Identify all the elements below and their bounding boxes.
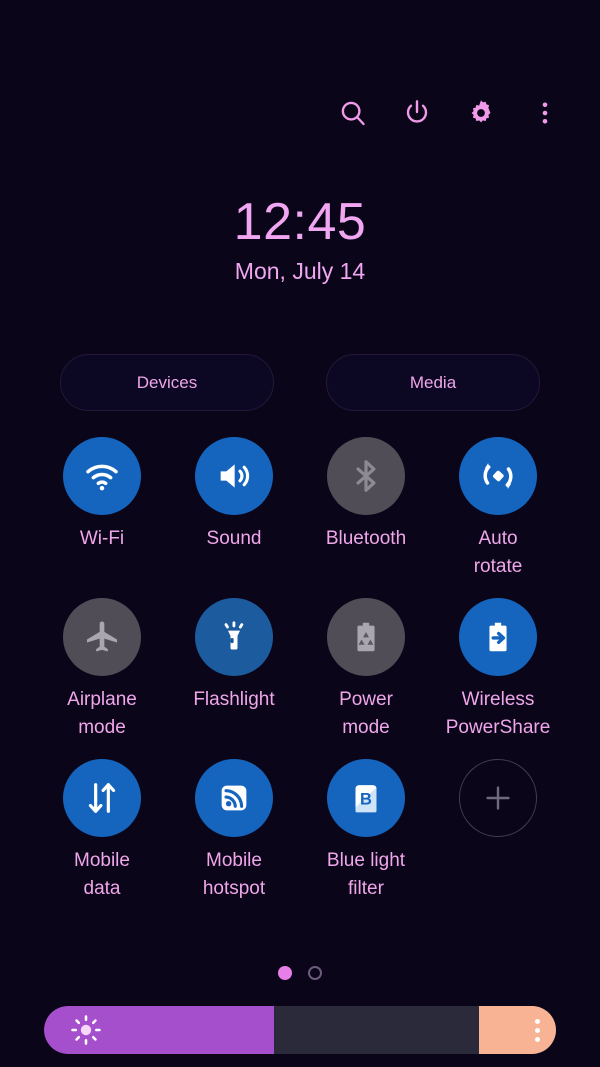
more-options-button[interactable] bbox=[524, 92, 566, 134]
tile-blue-light-filter[interactable]: B Blue light filter bbox=[300, 758, 432, 903]
brightness-slider[interactable] bbox=[44, 1006, 556, 1054]
power-icon bbox=[402, 98, 432, 128]
settings-icon bbox=[466, 98, 496, 128]
shortcut-row: Devices Media bbox=[60, 354, 540, 411]
brightness-sun-icon bbox=[70, 1014, 102, 1046]
tile-label: Wi-Fi bbox=[79, 528, 125, 549]
quick-settings-header bbox=[332, 92, 566, 134]
page-indicator bbox=[0, 966, 600, 980]
blue-light-filter-icon: B bbox=[348, 780, 384, 816]
tile-label: Airplane mode bbox=[67, 688, 137, 738]
tile-icon-background bbox=[195, 758, 273, 837]
svg-text:B: B bbox=[360, 790, 372, 808]
tile-label: Mobile data bbox=[74, 849, 130, 899]
power-button[interactable] bbox=[396, 92, 438, 134]
tile-mobile-data[interactable]: Mobile data bbox=[36, 758, 168, 903]
power-share-icon bbox=[479, 618, 517, 656]
add-icon bbox=[481, 781, 515, 815]
power-mode-icon bbox=[347, 618, 385, 656]
tile-icon-background bbox=[459, 437, 537, 515]
flashlight-icon bbox=[214, 617, 254, 657]
tile-flashlight[interactable]: Flashlight bbox=[168, 597, 300, 742]
tile-wifi[interactable]: Wi-Fi bbox=[36, 437, 168, 581]
clock-widget[interactable]: 12:45 Mon, July 14 bbox=[0, 195, 600, 285]
tile-sound[interactable]: Sound bbox=[168, 437, 300, 581]
search-button[interactable] bbox=[332, 92, 374, 134]
settings-button[interactable] bbox=[460, 92, 502, 134]
page-dot-2[interactable] bbox=[308, 966, 322, 980]
auto-rotate-icon bbox=[478, 456, 518, 496]
tile-icon-background bbox=[63, 597, 141, 676]
wifi-icon bbox=[82, 456, 122, 496]
clock-time: 12:45 bbox=[233, 193, 367, 251]
tile-icon-background bbox=[195, 597, 273, 676]
media-button[interactable]: Media bbox=[326, 354, 540, 411]
tile-icon-background bbox=[63, 758, 141, 837]
bluetooth-icon bbox=[347, 457, 385, 495]
airplane-icon bbox=[82, 617, 122, 657]
tile-icon-background bbox=[327, 437, 405, 515]
tile-mobile-hotspot[interactable]: Mobile hotspot bbox=[168, 758, 300, 903]
tile-label: Blue light filter bbox=[326, 849, 406, 899]
tile-icon-background bbox=[195, 437, 273, 515]
sound-icon bbox=[214, 456, 254, 496]
tile-add[interactable] bbox=[432, 758, 564, 903]
tile-bluetooth[interactable]: Bluetooth bbox=[300, 437, 432, 581]
brightness-options-button[interactable] bbox=[479, 1006, 556, 1054]
tile-label: Auto rotate bbox=[473, 528, 523, 577]
tile-icon-background bbox=[459, 597, 537, 676]
tile-auto-rotate[interactable]: Auto rotate bbox=[432, 437, 564, 581]
add-button-background bbox=[459, 758, 537, 837]
tile-label: Power mode bbox=[339, 688, 393, 738]
tile-icon-background bbox=[327, 597, 405, 676]
page-dot-1[interactable] bbox=[278, 966, 292, 980]
devices-button[interactable]: Devices bbox=[60, 354, 274, 411]
tile-label: Flashlight bbox=[193, 688, 275, 710]
tile-icon-background: B bbox=[327, 758, 405, 837]
tile-label: Bluetooth bbox=[325, 528, 407, 549]
tile-wireless-powershare[interactable]: Wireless PowerShare bbox=[432, 597, 564, 742]
more-options-icon bbox=[530, 98, 560, 128]
tile-airplane-mode[interactable]: Airplane mode bbox=[36, 597, 168, 742]
clock-date: Mon, July 14 bbox=[234, 257, 366, 284]
tile-power-mode[interactable]: Power mode bbox=[300, 597, 432, 742]
more-options-icon bbox=[535, 1018, 540, 1042]
quick-settings-panel: 12:45 Mon, July 14 Devices Media Wi-Fi S… bbox=[0, 0, 600, 1067]
tile-label: Mobile hotspot bbox=[202, 849, 266, 899]
mobile-hotspot-icon bbox=[215, 779, 253, 817]
tile-icon-background bbox=[63, 437, 141, 515]
search-icon bbox=[338, 98, 368, 128]
quick-settings-tile-grid: Wi-Fi Sound Bluetooth Auto rotate Airpla… bbox=[36, 437, 564, 903]
mobile-data-icon bbox=[83, 779, 121, 817]
tile-label: Wireless PowerShare bbox=[445, 688, 551, 738]
tile-label: Sound bbox=[206, 528, 262, 549]
